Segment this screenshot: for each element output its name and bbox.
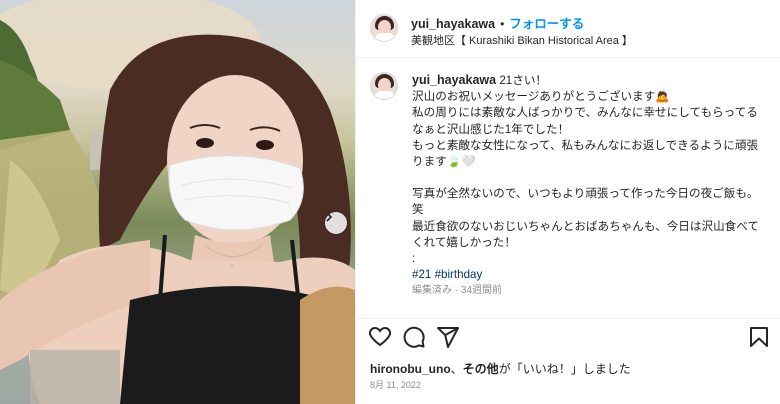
chevron-right-icon [326,212,333,222]
caption-line: 写真が全然ないので、いつもより頑張って作った今日の夜ご飯も。笑 [412,187,759,217]
caption-line: 最近食欲のないおじいちゃんとおばあちゃんも、今日は沢山食べてくれて嬉しかった！ [412,219,760,249]
caption-username[interactable]: yui_hayakawa [412,73,496,87]
follow-button[interactable]: フォローする [509,17,584,31]
caption-line [412,170,762,186]
hashtags[interactable]: #21 #birthday [412,267,762,283]
header-line: yui_hayakawa • フォローする [411,13,584,33]
location-link[interactable]: 美観地区【 Kurashiki Bikan Historical Area 】 [411,32,633,48]
next-image-button[interactable] [325,212,347,234]
post-header: yui_hayakawa • フォローする 美観地区【 Kurashiki Bika… [356,0,780,58]
post-sidebar: yui_hayakawa • フォローする 美観地区【 Kurashiki Bika… [355,0,780,404]
comment-icon[interactable] [402,325,426,349]
avatar[interactable] [370,14,398,42]
bookmark-icon[interactable] [747,325,771,349]
separator-dot: • [500,17,505,31]
caption-line: 沢山のお祝いメッセージありがとうございます🙇 [412,90,670,104]
post-date[interactable]: 8月 11, 2022 [370,378,421,391]
selfie-image [0,0,355,404]
post-caption: yui_hayakawa 21さい！ 沢山のお祝いメッセージありがとうございます… [412,72,762,300]
action-bar [356,318,780,354]
caption-avatar[interactable] [370,72,398,100]
share-icon[interactable] [436,325,460,349]
heart-icon[interactable] [368,325,392,349]
caption-line: 私の周りには素敵な人ばっかりで、みんなに幸せにしてもらってるなぁと沢山感じた1年… [412,106,758,136]
instagram-post: yui_hayakawa • フォローする 美観地区【 Kurashiki Bika… [0,0,780,404]
likes-suffix: が「いいね！」しました [498,362,631,376]
caption-first-line: 21さい！ [499,74,548,87]
likes-line: hironobu_uno、その他が「いいね！」しました [370,360,631,377]
caption-line: : [412,252,416,266]
likes-sep: 、 [450,362,463,376]
liker-username[interactable]: hironobu_uno [370,362,451,376]
likes-others-link[interactable]: その他 [463,362,499,376]
post-photo[interactable] [0,0,355,404]
caption-line: もっと素敵な女性になって、私もみんなにお返しできるように頑張ります🍃🤍 [412,138,759,169]
header-username[interactable]: yui_hayakawa [411,17,495,31]
post-meta: 編集済み · 34週間前 [412,285,503,297]
